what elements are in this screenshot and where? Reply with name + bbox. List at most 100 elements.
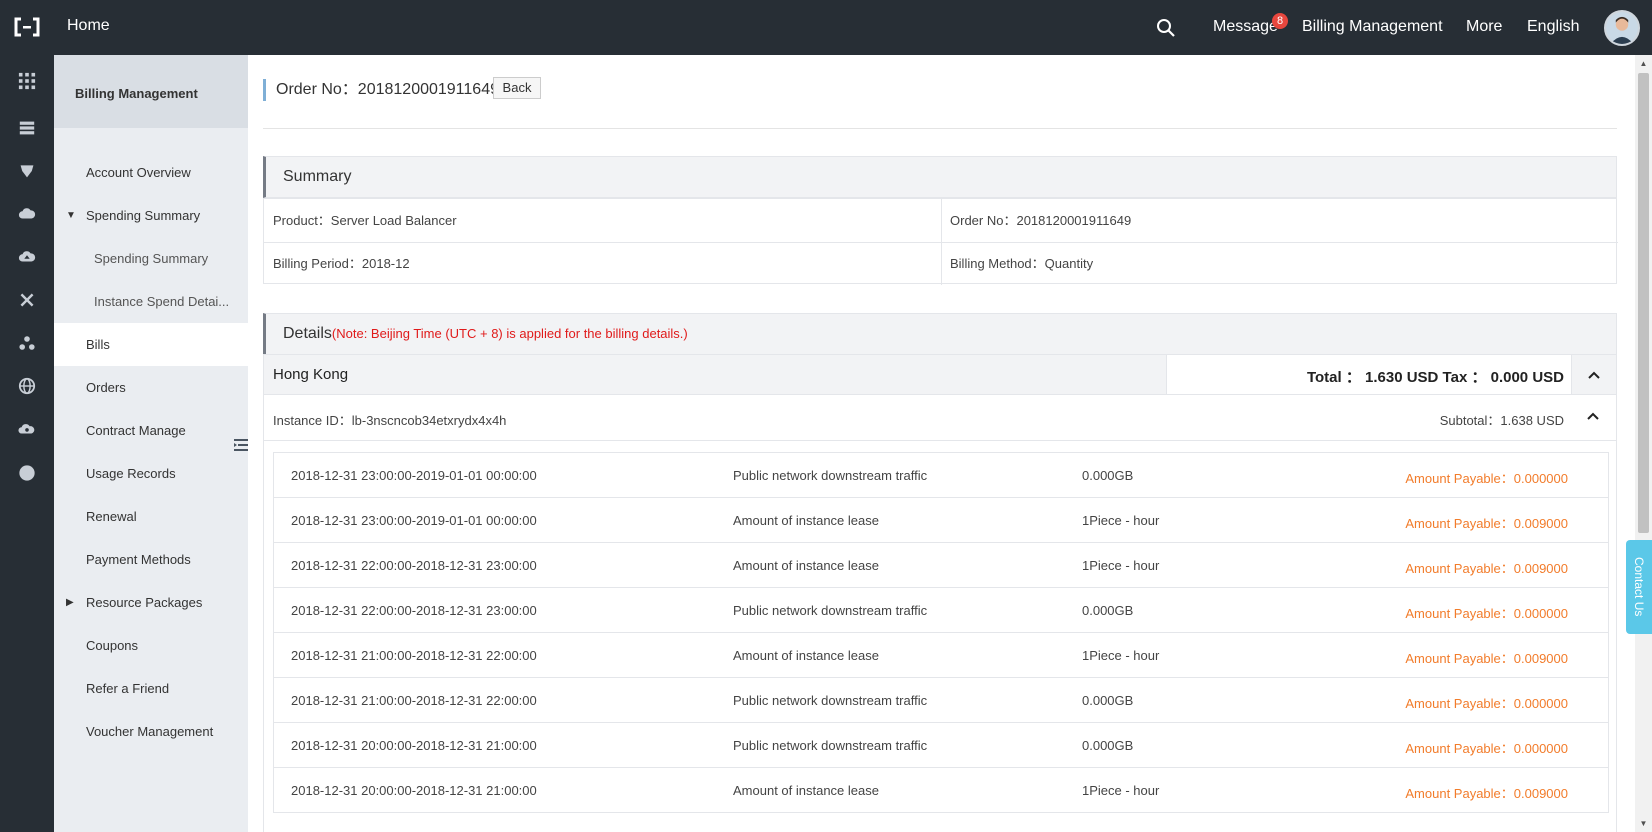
row-time: 2018-12-31 23:00:00-2019-01-01 00:00:00 bbox=[291, 513, 537, 528]
server-icon[interactable] bbox=[17, 118, 37, 138]
sidebar-item-label: Spending Summary bbox=[86, 208, 201, 223]
table-row: 2018-12-31 21:00:00-2018-12-31 22:00:00 … bbox=[274, 678, 1608, 723]
summary-billing-period: Billing Period：2018-12 bbox=[273, 256, 410, 271]
table-row: 2018-12-31 22:00:00-2018-12-31 23:00:00 … bbox=[274, 588, 1608, 633]
sidebar-item-contract-manage[interactable]: Contract Manage bbox=[54, 409, 248, 452]
scroll-up-icon[interactable]: ▲ bbox=[1639, 59, 1648, 68]
sidebar-item-resource-packages[interactable]: ▶ Resource Packages bbox=[54, 581, 248, 624]
sidebar-item-payment-methods[interactable]: Payment Methods bbox=[54, 538, 248, 581]
language-link[interactable]: English bbox=[1527, 18, 1579, 36]
row-item: Public network downstream traffic bbox=[733, 603, 928, 618]
table-row: 2018-12-31 22:00:00-2018-12-31 23:00:00 … bbox=[274, 543, 1608, 588]
summary-product: Product：Server Load Balancer bbox=[273, 213, 457, 228]
avatar[interactable] bbox=[1604, 10, 1640, 46]
row-quantity: 1Piece - hour bbox=[1082, 648, 1160, 663]
sidebar-item-coupons[interactable]: Coupons bbox=[54, 624, 248, 667]
message-link[interactable]: Message bbox=[1213, 18, 1278, 36]
row-time: 2018-12-31 21:00:00-2018-12-31 22:00:00 bbox=[291, 693, 537, 708]
chevron-up-icon bbox=[1588, 371, 1600, 379]
row-item: Amount of instance lease bbox=[733, 558, 879, 573]
row-item: Amount of instance lease bbox=[733, 513, 879, 528]
sidebar-collapse-handle[interactable] bbox=[230, 421, 248, 469]
sidebar-subitem-instance-spend-detail[interactable]: Instance Spend Detai... bbox=[54, 280, 248, 323]
more-link[interactable]: More bbox=[1466, 18, 1502, 36]
grid-divider bbox=[264, 242, 1618, 243]
region-name: Hong Kong bbox=[273, 366, 349, 383]
shield-icon[interactable] bbox=[17, 161, 37, 181]
details-header: Details(Note: Beijing Time (UTC + 8) is … bbox=[263, 313, 1617, 355]
top-bar: Home Message 8 Billing Management More E… bbox=[0, 0, 1652, 55]
sidebar-item-usage-records[interactable]: Usage Records bbox=[54, 452, 248, 495]
sidebar-item-bills[interactable]: Bills bbox=[54, 323, 248, 366]
region-collapse-button[interactable] bbox=[1571, 355, 1616, 394]
sidebar-item-renewal[interactable]: Renewal bbox=[54, 495, 248, 538]
row-amount: Amount Payable：0.009000 bbox=[1405, 786, 1568, 801]
order-heading: Order No：2018120001911649 bbox=[263, 79, 499, 101]
sidebar-item-label: Resource Packages bbox=[86, 595, 203, 610]
sidebar: Billing Management Account Overview ▼ Sp… bbox=[54, 55, 248, 832]
row-quantity: 1Piece - hour bbox=[1082, 513, 1160, 528]
row-item: Public network downstream traffic bbox=[733, 738, 928, 753]
sidebar-item-spending-summary[interactable]: ▼ Spending Summary bbox=[54, 194, 248, 237]
scroll-down-icon[interactable]: ▼ bbox=[1639, 819, 1648, 828]
detail-table: 2018-12-31 23:00:00-2019-01-01 00:00:00 … bbox=[273, 452, 1609, 813]
table-row: 2018-12-31 20:00:00-2018-12-31 21:00:00 … bbox=[274, 723, 1608, 768]
message-badge: 8 bbox=[1272, 13, 1288, 29]
region-row: Hong Kong Total ： 1.630 USD Tax ： 0.000 … bbox=[263, 354, 1617, 395]
summary-order-no: Order No：2018120001911649 bbox=[950, 213, 1132, 228]
instance-subtotal: Subtotal：1.638 USD bbox=[1439, 413, 1564, 428]
gear-cloud-icon[interactable] bbox=[17, 419, 37, 439]
chevron-up-icon bbox=[1587, 412, 1599, 420]
apps-icon[interactable] bbox=[17, 71, 37, 91]
back-button[interactable]: Back bbox=[493, 77, 541, 99]
summary-grid: Product：Server Load Balancer Order No：20… bbox=[263, 198, 1618, 285]
sidebar-item-orders[interactable]: Orders bbox=[54, 366, 248, 409]
summary-header: Summary bbox=[263, 156, 1617, 198]
circle-icon[interactable] bbox=[17, 463, 37, 483]
row-item: Public network downstream traffic bbox=[733, 468, 928, 483]
row-amount: Amount Payable：0.009000 bbox=[1405, 516, 1568, 531]
user-avatar-icon bbox=[1606, 12, 1638, 44]
cluster-icon[interactable] bbox=[17, 333, 37, 353]
sidebar-item-voucher-management[interactable]: Voucher Management bbox=[54, 710, 248, 753]
row-time: 2018-12-31 21:00:00-2018-12-31 22:00:00 bbox=[291, 648, 537, 663]
row-quantity: 0.000GB bbox=[1082, 603, 1134, 618]
network-icon[interactable] bbox=[17, 290, 37, 310]
divider bbox=[263, 128, 1617, 129]
table-row: 2018-12-31 20:00:00-2018-12-31 21:00:00 … bbox=[274, 768, 1608, 813]
row-quantity: 1Piece - hour bbox=[1082, 558, 1160, 573]
sidebar-item-account-overview[interactable]: Account Overview bbox=[54, 151, 248, 194]
row-time: 2018-12-31 22:00:00-2018-12-31 23:00:00 bbox=[291, 558, 537, 573]
row-item: Public network downstream traffic bbox=[733, 693, 928, 708]
region-total: Total ： 1.630 USD Tax ： 0.000 USD bbox=[1306, 369, 1564, 386]
row-amount: Amount Payable：0.000000 bbox=[1405, 606, 1568, 621]
sidebar-item-refer-a-friend[interactable]: Refer a Friend bbox=[54, 667, 248, 710]
table-row: 2018-12-31 23:00:00-2019-01-01 00:00:00 … bbox=[274, 498, 1608, 543]
instance-collapse-button[interactable] bbox=[1583, 406, 1603, 426]
logo-icon[interactable] bbox=[14, 17, 40, 37]
row-amount: Amount Payable：0.009000 bbox=[1405, 651, 1568, 666]
detail-box: 2018-12-31 23:00:00-2019-01-01 00:00:00 … bbox=[263, 441, 1617, 832]
main-content: Order No：2018120001911649 Back Summary P… bbox=[248, 55, 1635, 832]
billing-management-link[interactable]: Billing Management bbox=[1302, 18, 1443, 36]
search-icon[interactable] bbox=[1156, 18, 1176, 38]
home-link[interactable]: Home bbox=[67, 17, 110, 35]
row-quantity: 0.000GB bbox=[1082, 738, 1134, 753]
scrollbar[interactable]: ▲ ▼ bbox=[1635, 55, 1652, 832]
cloud-upload-icon[interactable] bbox=[17, 247, 37, 267]
scrollbar-thumb[interactable] bbox=[1638, 73, 1649, 533]
row-amount: Amount Payable：0.009000 bbox=[1405, 561, 1568, 576]
row-time: 2018-12-31 20:00:00-2018-12-31 21:00:00 bbox=[291, 783, 537, 798]
contact-us-button[interactable]: Contact Us bbox=[1626, 540, 1652, 634]
cloud-icon[interactable] bbox=[17, 204, 37, 224]
instance-id: Instance ID：lb-3nscncob34etxrydx4x4h bbox=[273, 413, 507, 428]
row-time: 2018-12-31 22:00:00-2018-12-31 23:00:00 bbox=[291, 603, 537, 618]
region-total-box: Total ： 1.630 USD Tax ： 0.000 USD bbox=[1166, 355, 1572, 394]
table-row: 2018-12-31 21:00:00-2018-12-31 22:00:00 … bbox=[274, 633, 1608, 678]
details-note: (Note: Beijing Time (UTC + 8) is applied… bbox=[331, 326, 688, 341]
caret-down-icon: ▼ bbox=[66, 210, 76, 221]
row-quantity: 0.000GB bbox=[1082, 468, 1134, 483]
sidebar-subitem-spending-summary[interactable]: Spending Summary bbox=[54, 237, 248, 280]
globe-icon[interactable] bbox=[17, 376, 37, 396]
sidebar-title: Billing Management bbox=[54, 55, 248, 128]
